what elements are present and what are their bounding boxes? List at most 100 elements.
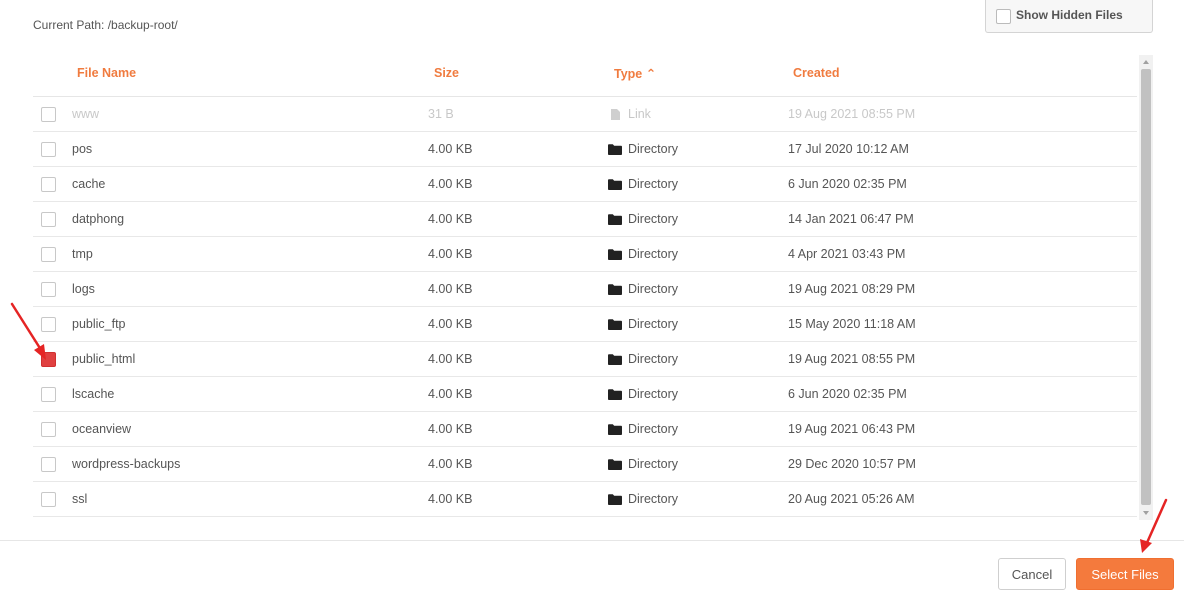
- file-type: Directory: [608, 142, 678, 156]
- show-hidden-checkbox[interactable]: [996, 9, 1011, 24]
- table-row[interactable]: public_ftp 4.00 KB Directory 15 May 2020 11…: [33, 307, 1137, 342]
- folder-icon: [608, 213, 622, 225]
- file-name[interactable]: public_ftp: [72, 317, 126, 331]
- file-size: 4.00 KB: [428, 492, 473, 506]
- file-created: 14 Jan 2021 06:47 PM: [788, 212, 914, 226]
- scrollbar-thumb[interactable]: [1141, 69, 1151, 505]
- folder-icon: [608, 493, 622, 505]
- table-row[interactable]: oceanview 4.00 KB Directory 19 Aug 2021 06:…: [33, 412, 1137, 447]
- file-name[interactable]: cache: [72, 177, 105, 191]
- table-row[interactable]: cache 4.00 KB Directory 6 Jun 2020 02:35 PM: [33, 167, 1137, 202]
- row-checkbox[interactable]: [41, 212, 56, 227]
- folder-icon: [608, 458, 622, 470]
- file-type-label: Directory: [628, 457, 679, 471]
- file-link-icon: [608, 108, 622, 120]
- table-header: File Name Size Type ⌃ Created: [33, 55, 1137, 97]
- file-created: 4 Apr 2021 03:43 PM: [788, 247, 906, 261]
- file-size: 4.00 KB: [428, 352, 473, 366]
- file-type-label: Directory: [628, 317, 679, 331]
- row-checkbox[interactable]: [41, 457, 56, 472]
- row-checkbox[interactable]: [41, 142, 56, 157]
- column-header-file-name[interactable]: File Name: [77, 66, 136, 80]
- file-type: Directory: [608, 212, 678, 226]
- table-row[interactable]: pos 4.00 KB Directory 17 Jul 2020 10:12 AM: [33, 132, 1137, 167]
- file-type-label: Directory: [628, 142, 679, 156]
- file-size: 4.00 KB: [428, 212, 473, 226]
- file-name[interactable]: tmp: [72, 247, 93, 261]
- row-checkbox[interactable]: [41, 492, 56, 507]
- file-type: Link: [608, 107, 651, 121]
- file-type-label: Directory: [628, 352, 679, 366]
- column-header-type[interactable]: Type ⌃: [614, 66, 656, 81]
- file-size: 4.00 KB: [428, 317, 473, 331]
- table-row[interactable]: tmp 4.00 KB Directory 4 Apr 2021 03:43 PM: [33, 237, 1137, 272]
- file-name[interactable]: lscache: [72, 387, 114, 401]
- file-size: 4.00 KB: [428, 282, 473, 296]
- row-checkbox[interactable]: [41, 422, 56, 437]
- file-type: Directory: [608, 352, 678, 366]
- file-size: 4.00 KB: [428, 247, 473, 261]
- table-row[interactable]: lscache 4.00 KB Directory 6 Jun 2020 02:35 …: [33, 377, 1137, 412]
- select-files-button[interactable]: Select Files: [1076, 558, 1174, 590]
- row-checkbox[interactable]: [41, 317, 56, 332]
- row-checkbox[interactable]: [41, 352, 56, 367]
- folder-icon: [608, 283, 622, 295]
- row-checkbox[interactable]: [41, 282, 56, 297]
- folder-icon: [608, 388, 622, 400]
- table-body: www 31 B Link 19 Aug 2021 08:55 PM pos 4.00 K…: [33, 97, 1137, 517]
- file-created: 6 Jun 2020 02:35 PM: [788, 177, 907, 191]
- file-type-label: Directory: [628, 177, 679, 191]
- file-created: 17 Jul 2020 10:12 AM: [788, 142, 909, 156]
- folder-icon: [608, 318, 622, 330]
- table-row[interactable]: ssl 4.00 KB Directory 20 Aug 2021 05:26 AM: [33, 482, 1137, 517]
- file-type-label: Directory: [628, 247, 679, 261]
- show-hidden-files-toggle[interactable]: Show Hidden Files: [985, 0, 1153, 33]
- table-scrollbar[interactable]: [1139, 55, 1153, 520]
- file-name[interactable]: wordpress-backups: [72, 457, 180, 471]
- file-name[interactable]: oceanview: [72, 422, 131, 436]
- scroll-up-icon[interactable]: [1143, 60, 1149, 64]
- scroll-down-icon[interactable]: [1143, 511, 1149, 515]
- folder-icon: [608, 423, 622, 435]
- row-checkbox[interactable]: [41, 177, 56, 192]
- column-header-size[interactable]: Size: [434, 66, 459, 80]
- file-size: 4.00 KB: [428, 177, 473, 191]
- folder-icon: [608, 353, 622, 365]
- row-checkbox[interactable]: [41, 247, 56, 262]
- file-table: File Name Size Type ⌃ Created www 31 B Lin…: [33, 55, 1137, 520]
- file-type-label: Directory: [628, 282, 679, 296]
- file-type: Directory: [608, 457, 678, 471]
- table-row[interactable]: www 31 B Link 19 Aug 2021 08:55 PM: [33, 97, 1137, 132]
- table-row[interactable]: datphong 4.00 KB Directory 14 Jan 2021 06:4…: [33, 202, 1137, 237]
- cancel-button[interactable]: Cancel: [998, 558, 1066, 590]
- file-created: 19 Aug 2021 08:55 PM: [788, 352, 916, 366]
- file-size: 4.00 KB: [428, 142, 473, 156]
- file-type-label: Directory: [628, 212, 679, 226]
- table-row[interactable]: public_html 4.00 KB Directory 19 Aug 2021 0…: [33, 342, 1137, 377]
- file-type-label: Directory: [628, 492, 679, 506]
- file-type: Directory: [608, 317, 678, 331]
- file-type-label: Directory: [628, 422, 679, 436]
- show-hidden-label: Show Hidden Files: [1016, 8, 1123, 22]
- file-created: 20 Aug 2021 05:26 AM: [788, 492, 915, 506]
- table-row[interactable]: logs 4.00 KB Directory 19 Aug 2021 08:29 PM: [33, 272, 1137, 307]
- current-path: Current Path: /backup-root/: [33, 18, 178, 32]
- footer-divider: [0, 540, 1184, 541]
- table-row[interactable]: wordpress-backups 4.00 KB Directory 29 Dec …: [33, 447, 1137, 482]
- file-name[interactable]: ssl: [72, 492, 87, 506]
- folder-icon: [608, 143, 622, 155]
- file-created: 19 Aug 2021 08:55 PM: [788, 107, 916, 121]
- file-name[interactable]: logs: [72, 282, 95, 296]
- file-type: Directory: [608, 387, 678, 401]
- file-name[interactable]: public_html: [72, 352, 135, 366]
- row-checkbox[interactable]: [41, 387, 56, 402]
- column-header-created[interactable]: Created: [793, 66, 840, 80]
- file-name[interactable]: pos: [72, 142, 92, 156]
- file-size: 4.00 KB: [428, 387, 473, 401]
- file-type-label: Link: [628, 107, 651, 121]
- file-created: 29 Dec 2020 10:57 PM: [788, 457, 916, 471]
- file-name[interactable]: datphong: [72, 212, 124, 226]
- file-name[interactable]: www: [72, 107, 99, 121]
- file-created: 15 May 2020 11:18 AM: [788, 317, 916, 331]
- file-type: Directory: [608, 247, 678, 261]
